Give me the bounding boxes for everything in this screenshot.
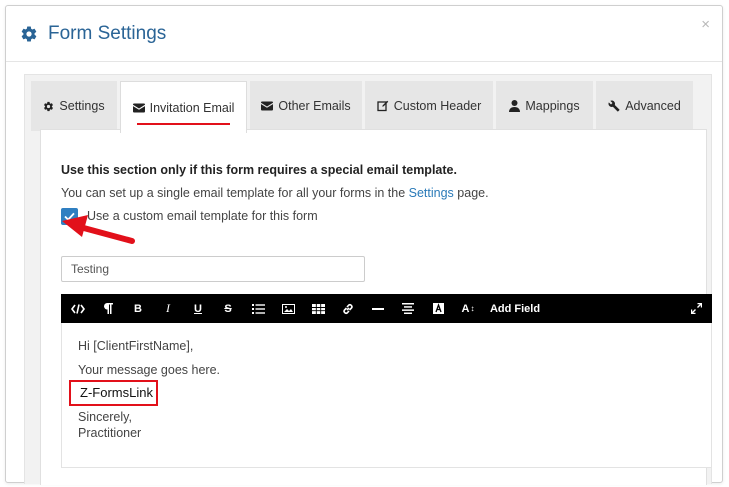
tab-settings[interactable]: Settings xyxy=(31,81,117,131)
tab-label: Invitation Email xyxy=(149,100,235,115)
font-size-icon[interactable]: A ↕ xyxy=(457,294,479,323)
tabs-container: Settings Invitation Email Other Emails C… xyxy=(24,74,712,485)
tab-label: Custom Header xyxy=(393,99,482,113)
greeting-line: Hi [ClientFirstName], xyxy=(78,339,194,353)
section-heading: Use this section only if this form requi… xyxy=(61,163,457,177)
tab-custom-header[interactable]: Custom Header xyxy=(365,81,493,131)
tab-advanced[interactable]: Advanced xyxy=(596,81,693,131)
message-line: Your message goes here. xyxy=(78,363,220,377)
closing-line: Sincerely, xyxy=(78,410,132,424)
tab-mappings[interactable]: Mappings xyxy=(496,81,593,131)
add-field-button[interactable]: Add Field xyxy=(487,294,543,323)
forms-link-token: Z-FormsLink xyxy=(69,380,158,406)
add-field-label: Add Field xyxy=(489,302,541,315)
description-text: You can set up a single email template f… xyxy=(61,186,409,200)
section-description: You can set up a single email template f… xyxy=(61,186,489,200)
email-subject-input[interactable] xyxy=(61,256,365,282)
envelope-icon xyxy=(132,103,145,112)
user-icon xyxy=(509,100,521,112)
tab-invitation-email[interactable]: Invitation Email xyxy=(120,81,247,133)
annotation-underline xyxy=(137,123,230,125)
wrench-icon xyxy=(608,100,620,112)
annotation-arrow xyxy=(62,215,135,244)
image-icon[interactable] xyxy=(277,294,299,323)
signature-line: Practitioner xyxy=(78,426,142,440)
font-color-icon[interactable] xyxy=(427,294,449,323)
envelope-icon xyxy=(261,101,274,111)
description-text-end: page. xyxy=(453,186,489,200)
underline-icon[interactable]: U xyxy=(187,294,209,323)
close-icon[interactable]: × xyxy=(701,16,710,33)
tab-label: Settings xyxy=(59,99,105,113)
list-icon[interactable] xyxy=(247,294,269,323)
strikethrough-icon[interactable]: S xyxy=(217,294,239,323)
fullscreen-icon[interactable] xyxy=(685,294,707,323)
align-icon[interactable] xyxy=(397,294,419,323)
tab-other-emails[interactable]: Other Emails xyxy=(250,81,362,131)
italic-icon[interactable]: I xyxy=(157,294,179,323)
bold-icon[interactable]: B xyxy=(127,294,149,323)
paragraph-icon[interactable] xyxy=(97,294,119,323)
horizontal-rule-icon[interactable] xyxy=(367,294,389,323)
dialog-header: Form Settings × xyxy=(6,6,722,62)
email-body-editor[interactable]: Hi [ClientFirstName], Your message goes … xyxy=(61,323,712,468)
settings-link[interactable]: Settings xyxy=(409,186,454,200)
invitation-email-panel: Use this section only if this form requi… xyxy=(40,129,712,485)
tab-label: Mappings xyxy=(525,99,580,113)
editor-toolbar: B I U S A ↕ Add Field xyxy=(61,294,712,323)
code-view-icon[interactable] xyxy=(67,294,89,323)
link-icon[interactable] xyxy=(337,294,359,323)
table-icon[interactable] xyxy=(307,294,329,323)
gear-icon xyxy=(44,101,54,111)
gear-icon xyxy=(21,26,37,42)
dialog-title: Form Settings xyxy=(48,23,167,44)
tab-label: Other Emails xyxy=(278,99,351,113)
tab-label: Advanced xyxy=(625,99,681,113)
edit-icon xyxy=(377,100,388,112)
